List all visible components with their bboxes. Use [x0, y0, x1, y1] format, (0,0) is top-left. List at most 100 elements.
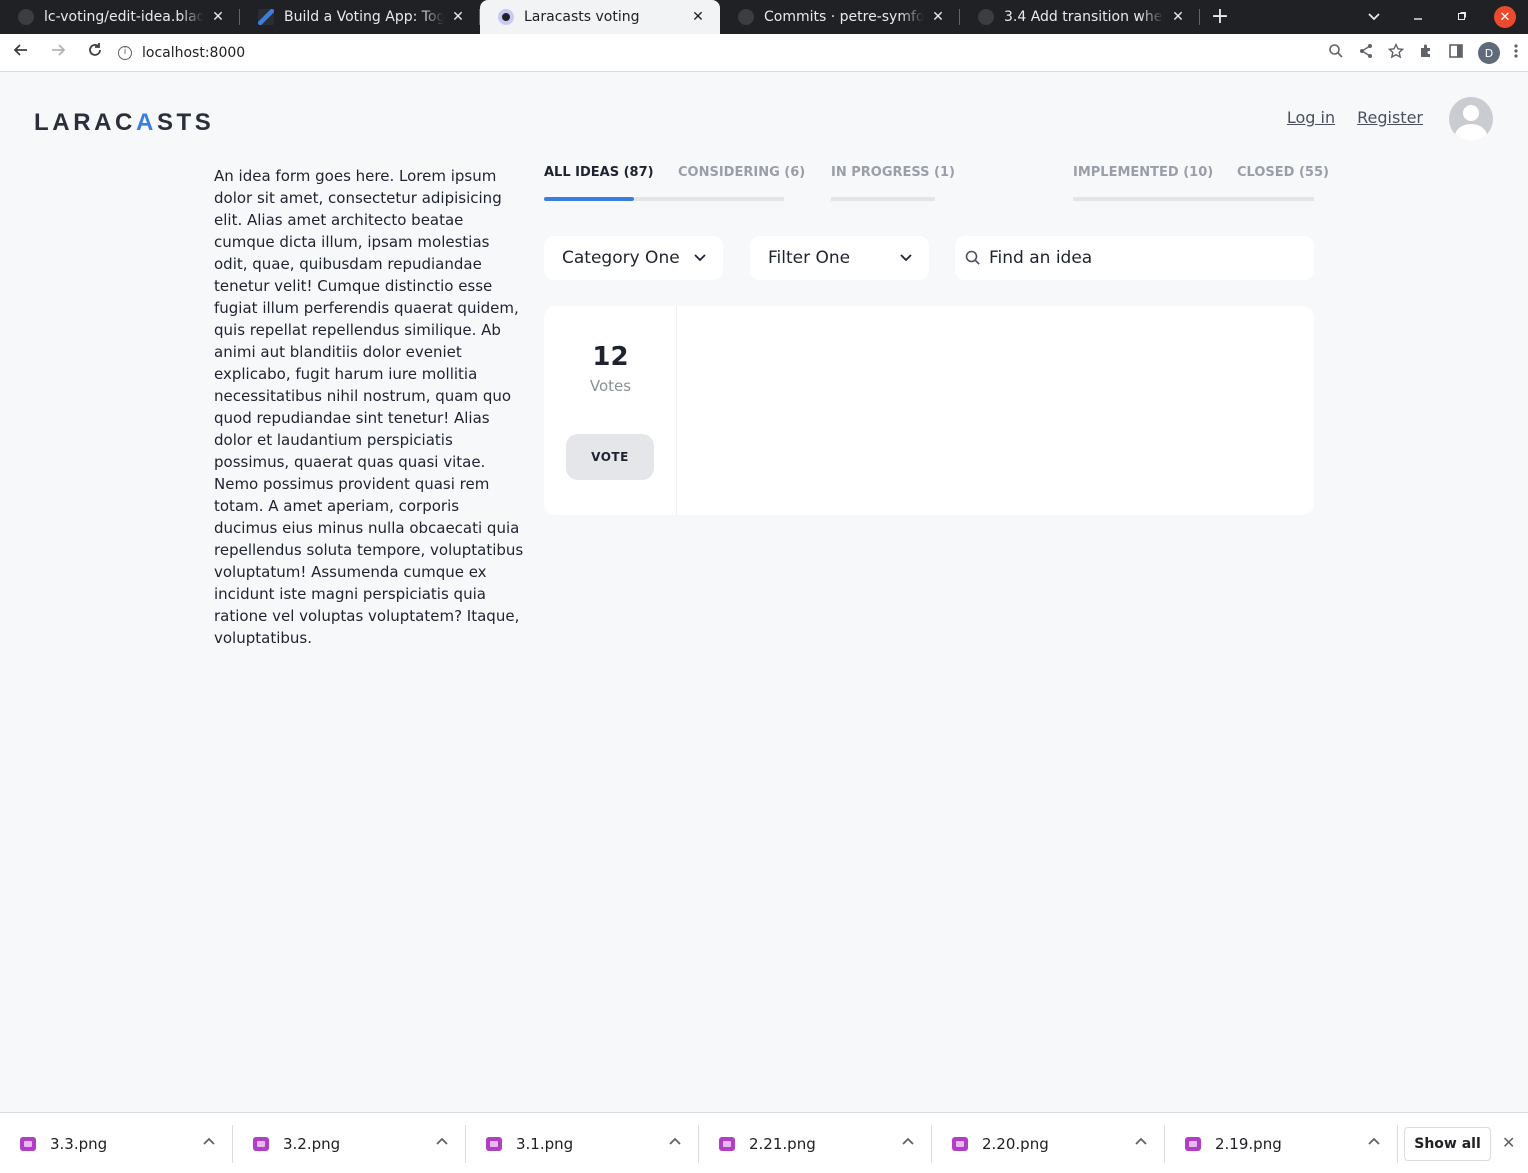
close-tab-icon[interactable]: ✕ — [450, 9, 466, 25]
browser-tab[interactable]: lc-voting/edit-idea.blade.php ✕ — [0, 0, 240, 34]
download-shelf: 3.3.png 3.2.png 3.1.png 2.21.png 2.20.pn… — [0, 1112, 1528, 1173]
download-filename: 2.19.png — [1215, 1134, 1282, 1153]
new-tab-icon[interactable]: + — [1200, 0, 1240, 34]
window-controls: ✕ — [1354, 0, 1528, 34]
download-item[interactable]: 2.19.png — [1165, 1113, 1398, 1173]
download-item[interactable]: 3.3.png — [0, 1113, 233, 1173]
restore-icon[interactable] — [1442, 9, 1482, 25]
divider — [1397, 1125, 1398, 1163]
tab-label: ALL IDEAS (87) — [544, 165, 654, 180]
search-icon — [965, 250, 980, 265]
filter-select-value: Filter One — [768, 248, 851, 268]
minimize-icon[interactable] — [1398, 9, 1438, 25]
download-item[interactable]: 2.20.png — [932, 1113, 1165, 1173]
profile-avatar[interactable]: D — [1478, 42, 1500, 64]
search-box — [955, 236, 1314, 280]
download-filename: 2.20.png — [982, 1134, 1049, 1153]
browser-tab[interactable]: Commits · petre-symfony/ ✕ — [720, 0, 960, 34]
close-shelf-icon[interactable]: ✕ — [1502, 1133, 1515, 1152]
browser-tab-title: 3.4 Add transition when h — [1004, 9, 1164, 25]
github-icon — [18, 9, 34, 25]
url-text: localhost:8000 — [142, 45, 246, 61]
category-select[interactable]: Category One — [544, 236, 723, 280]
close-window-icon[interactable]: ✕ — [1494, 6, 1516, 28]
browser-tab-active[interactable]: Laracasts voting ✕ — [480, 0, 720, 34]
idea-card[interactable]: 12 Votes VOTE — [544, 306, 1314, 515]
tab-implemented[interactable]: IMPLEMENTED (10) — [1073, 165, 1314, 201]
tab-label: IMPLEMENTED (10) — [1073, 165, 1214, 180]
github-icon — [738, 9, 754, 25]
extensions-icon[interactable] — [1418, 43, 1434, 63]
login-link[interactable]: Log in — [1287, 108, 1335, 127]
download-filename: 3.2.png — [283, 1134, 341, 1153]
browser-toolbar: i localhost:8000 D — [0, 34, 1528, 72]
image-file-icon — [719, 1136, 735, 1151]
auth-links: Log in Register — [1287, 108, 1423, 127]
address-bar[interactable]: i localhost:8000 — [108, 37, 1280, 69]
chevron-down-icon — [694, 254, 706, 262]
back-icon[interactable] — [5, 42, 37, 63]
download-filename: 3.1.png — [516, 1134, 574, 1153]
user-avatar[interactable] — [1449, 97, 1493, 141]
logo-text-prefix: LARAC — [34, 109, 136, 136]
laracasts-icon — [258, 9, 274, 25]
vote-button[interactable]: VOTE — [566, 434, 654, 480]
tab-label: IN PROGRESS (1) — [831, 165, 955, 180]
tab-considering-label[interactable]: CONSIDERING (6) — [678, 165, 805, 201]
bookmark-star-icon[interactable] — [1387, 42, 1405, 63]
avatar-body-shape — [1455, 124, 1487, 141]
browser-tab-strip: lc-voting/edit-idea.blade.php ✕ Build a … — [0, 0, 1528, 34]
close-tab-icon[interactable]: ✕ — [1170, 9, 1186, 25]
download-item[interactable]: 3.1.png — [466, 1113, 699, 1173]
filter-select[interactable]: Filter One — [750, 236, 929, 280]
reload-icon[interactable] — [79, 42, 111, 63]
status-filter-tabs: ALL IDEAS (87) CONSIDERING (6) IN PROGRE… — [544, 165, 1329, 201]
close-tab-icon[interactable]: ✕ — [210, 9, 226, 25]
avatar-head-shape — [1463, 105, 1479, 121]
laracasts-voting-icon — [498, 9, 514, 25]
tab-underline — [831, 197, 935, 201]
logo-text-accent: A — [136, 109, 157, 136]
forward-icon[interactable] — [42, 42, 74, 63]
chevron-up-icon[interactable] — [902, 1134, 914, 1149]
image-file-icon — [486, 1136, 502, 1151]
zoom-icon[interactable] — [1328, 43, 1344, 63]
chevron-down-icon — [900, 254, 912, 262]
tab-underline — [544, 197, 634, 201]
page-content: LARACASTS Log in Register An idea form g… — [0, 73, 1528, 1111]
image-file-icon — [253, 1136, 269, 1151]
close-tab-icon[interactable]: ✕ — [930, 9, 946, 25]
browser-tab[interactable]: Build a Voting App: Toggle ✕ — [240, 0, 480, 34]
chevron-up-icon[interactable] — [1368, 1134, 1380, 1149]
votes-label: Votes — [589, 377, 632, 395]
tab-all-ideas[interactable]: ALL IDEAS (87) — [544, 165, 654, 201]
tab-closed[interactable]: CLOSED (55) — [1237, 165, 1329, 201]
tab-label: CONSIDERING (6) — [678, 165, 806, 180]
chevron-up-icon[interactable] — [436, 1134, 448, 1149]
chevron-up-icon[interactable] — [203, 1134, 215, 1149]
share-icon[interactable] — [1358, 43, 1374, 63]
laracasts-logo[interactable]: LARACASTS — [34, 109, 214, 137]
side-panel-icon[interactable] — [1448, 43, 1464, 63]
download-filename: 2.21.png — [749, 1134, 816, 1153]
toolbar-actions: D — [1328, 34, 1518, 72]
chevron-up-icon[interactable] — [1135, 1134, 1147, 1149]
image-file-icon — [1185, 1136, 1201, 1151]
logo-text-suffix: STS — [156, 109, 215, 136]
search-input[interactable] — [989, 248, 1289, 268]
register-link[interactable]: Register — [1357, 108, 1423, 127]
download-filename: 3.3.png — [50, 1134, 108, 1153]
browser-tab-title: Commits · petre-symfony/ — [764, 9, 924, 25]
tab-in-progress[interactable]: IN PROGRESS (1) — [831, 165, 955, 201]
github-icon — [978, 9, 994, 25]
site-info-icon[interactable]: i — [118, 46, 132, 60]
votes-count: 12 — [592, 342, 629, 372]
close-tab-icon[interactable]: ✕ — [690, 9, 706, 25]
chevron-up-icon[interactable] — [669, 1134, 681, 1149]
download-item[interactable]: 3.2.png — [233, 1113, 466, 1173]
show-all-downloads-button[interactable]: Show all — [1404, 1127, 1491, 1161]
download-item[interactable]: 2.21.png — [699, 1113, 932, 1173]
menu-kebab-icon[interactable] — [1514, 43, 1518, 63]
browser-tab[interactable]: 3.4 Add transition when h ✕ — [960, 0, 1200, 34]
tab-search-chevron-icon[interactable] — [1354, 9, 1394, 25]
